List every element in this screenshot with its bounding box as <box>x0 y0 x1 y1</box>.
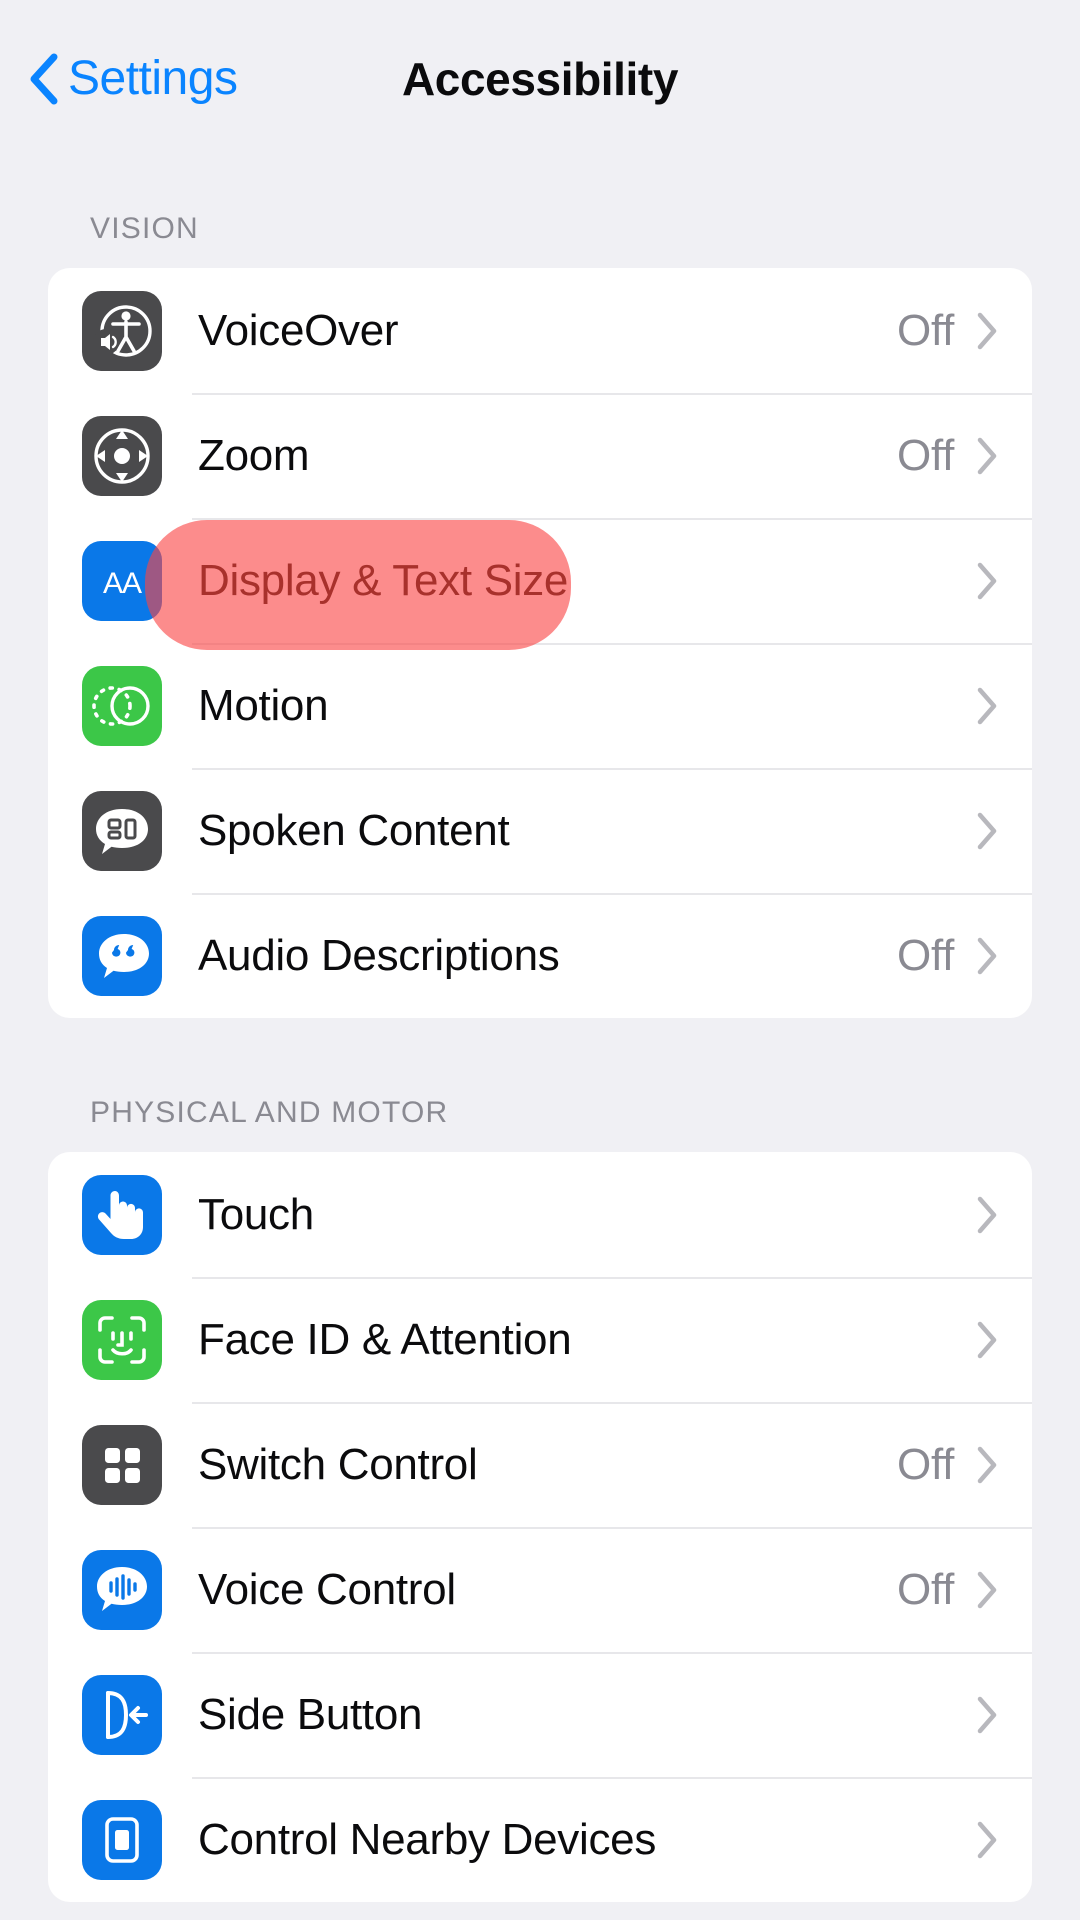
physical-motor-settings-card: Touch Face ID & Attention Switch Control… <box>48 1152 1032 1902</box>
row-value: Off <box>897 305 954 355</box>
chevron-right-icon <box>977 562 997 599</box>
face-id-icon <box>82 1299 162 1380</box>
navigation-bar: Settings Accessibility <box>0 0 1080 150</box>
chevron-right-icon <box>977 937 997 974</box>
row-label: Switch Control <box>198 1439 478 1489</box>
switch-control-icon <box>82 1424 162 1505</box>
voice-control-icon <box>82 1549 162 1630</box>
row-touch[interactable]: Touch <box>48 1152 1032 1277</box>
row-motion[interactable]: Motion <box>48 643 1032 768</box>
chevron-right-icon <box>977 1571 997 1608</box>
voiceover-icon <box>82 290 162 371</box>
back-button-label: Settings <box>68 52 238 105</box>
motion-icon <box>82 665 162 746</box>
row-spoken-content[interactable]: Spoken Content <box>48 768 1032 893</box>
chevron-right-icon <box>977 812 997 849</box>
row-audio-descriptions[interactable]: Audio Descriptions Off <box>48 893 1032 1018</box>
row-label: Voice Control <box>198 1564 456 1614</box>
row-control-nearby-devices[interactable]: Control Nearby Devices <box>48 1777 1032 1902</box>
section-header-physical-and-motor: PHYSICAL AND MOTOR <box>90 1096 449 1129</box>
row-display-text-size[interactable]: AA Display & Text Size <box>48 518 1032 643</box>
row-switch-control[interactable]: Switch Control Off <box>48 1402 1032 1527</box>
chevron-right-icon <box>977 312 997 349</box>
row-label: Zoom <box>198 430 310 480</box>
display-text-size-icon: AA <box>82 540 162 621</box>
row-side-button[interactable]: Side Button <box>48 1652 1032 1777</box>
section-header-vision: VISION <box>90 212 199 245</box>
svg-text:AA: AA <box>103 567 142 600</box>
row-value: Off <box>897 1564 954 1614</box>
row-label: Face ID & Attention <box>198 1314 572 1364</box>
chevron-right-icon <box>977 687 997 724</box>
spoken-content-icon <box>82 790 162 871</box>
row-label: Display & Text Size <box>198 555 569 605</box>
control-nearby-devices-icon <box>82 1799 162 1880</box>
row-face-id-attention[interactable]: Face ID & Attention <box>48 1277 1032 1402</box>
vision-settings-card: VoiceOver Off Zoom Off AA Display & Text… <box>48 268 1032 1018</box>
row-zoom[interactable]: Zoom Off <box>48 393 1032 518</box>
row-voiceover[interactable]: VoiceOver Off <box>48 268 1032 393</box>
chevron-left-icon <box>30 53 58 105</box>
row-label: VoiceOver <box>198 305 399 355</box>
row-value: Off <box>897 930 954 980</box>
chevron-right-icon <box>977 1696 997 1733</box>
row-label: Side Button <box>198 1689 423 1739</box>
row-voice-control[interactable]: Voice Control Off <box>48 1527 1032 1652</box>
back-button[interactable]: Settings <box>28 45 238 105</box>
touch-icon <box>82 1174 162 1255</box>
chevron-right-icon <box>977 437 997 474</box>
chevron-right-icon <box>977 1446 997 1483</box>
zoom-icon <box>82 415 162 496</box>
chevron-right-icon <box>977 1821 997 1858</box>
accessibility-settings-screen: Settings Accessibility VISION VoiceOver … <box>0 0 1080 1920</box>
row-label: Spoken Content <box>198 805 510 855</box>
row-label: Touch <box>198 1189 314 1239</box>
side-button-icon <box>82 1674 162 1755</box>
row-value: Off <box>897 1439 954 1489</box>
chevron-right-icon <box>977 1196 997 1233</box>
row-label: Motion <box>198 680 329 730</box>
row-label: Audio Descriptions <box>198 930 560 980</box>
chevron-right-icon <box>977 1321 997 1358</box>
row-value: Off <box>897 430 954 480</box>
audio-descriptions-icon <box>82 915 162 996</box>
row-label: Control Nearby Devices <box>198 1814 657 1864</box>
